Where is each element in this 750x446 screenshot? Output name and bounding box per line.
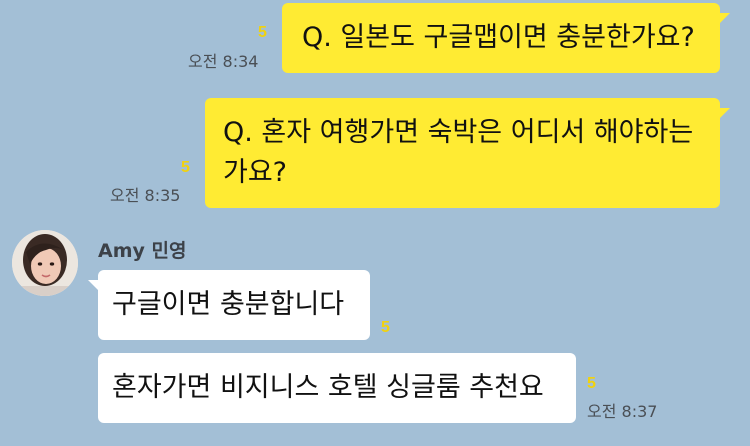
unread-count: 5 bbox=[181, 159, 190, 176]
other-message-bubble[interactable]: 구글이면 충분합니다 bbox=[88, 270, 370, 340]
unread-count: 5 bbox=[587, 375, 596, 392]
my-message-bubble[interactable]: Q. 혼자 여행가면 숙박은 어디서 해야하는 가요? bbox=[205, 98, 730, 208]
profile-photo-icon bbox=[12, 230, 78, 296]
message-text: 혼자가면 비지니스 호텔 싱글룸 추천요 bbox=[112, 372, 544, 403]
bubble-tail bbox=[718, 108, 730, 120]
message-time: 오전 8:35 bbox=[110, 186, 181, 205]
message-time: 오전 8:37 bbox=[587, 402, 658, 421]
message-text: Q. 혼자 여행가면 숙박은 어디서 해야하는 가요? bbox=[223, 117, 694, 188]
chat-room: 5 오전 8:34 Q. 일본도 구글맵이면 충분한가요? 5 오전 8:35 … bbox=[0, 0, 750, 446]
bubble-tail bbox=[718, 13, 730, 25]
profile-avatar[interactable] bbox=[12, 230, 78, 296]
unread-count: 5 bbox=[381, 319, 390, 336]
bubble-tail bbox=[88, 280, 100, 292]
my-message-bubble[interactable]: Q. 일본도 구글맵이면 충분한가요? bbox=[282, 3, 730, 73]
unread-count: 5 bbox=[258, 24, 267, 41]
message-text: Q. 일본도 구글맵이면 충분한가요? bbox=[302, 22, 695, 53]
message-text: 구글이면 충분합니다 bbox=[112, 289, 345, 320]
other-message-bubble[interactable]: 혼자가면 비지니스 호텔 싱글룸 추천요 bbox=[98, 353, 576, 423]
message-time: 오전 8:34 bbox=[188, 52, 259, 71]
sender-name: Amy 민영 bbox=[98, 240, 187, 262]
